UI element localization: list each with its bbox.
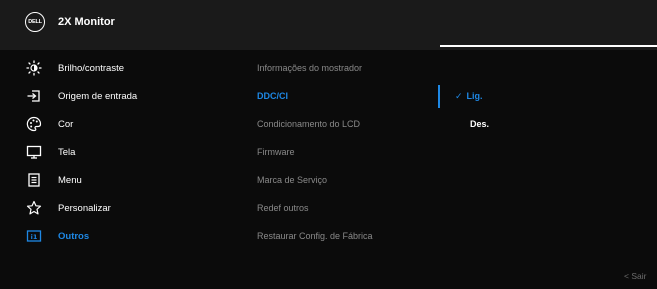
submenu-item-condicionamento-lcd[interactable]: Condicionamento do LCD [257,119,360,129]
menu-item-cor[interactable]: Cor [0,114,240,134]
monitor-osd: DELL 2X Monitor Brilho/contraste Origem … [0,0,657,289]
submenu-item-firmware[interactable]: Firmware [257,147,295,157]
osd-header: DELL 2X Monitor [0,0,657,50]
dell-logo: DELL [25,12,45,32]
submenu-item-informacoes-do-mostrador[interactable]: Informações do mostrador [257,63,362,73]
monitor-title: 2X Monitor [58,16,115,28]
menu-label: Menu [58,174,82,186]
palette-icon [26,116,42,132]
menu-item-personalizar[interactable]: Personalizar [0,198,240,218]
star-icon [26,200,42,216]
menu-label: Origem de entrada [58,90,138,102]
option-off[interactable]: Des. [470,119,489,129]
option-on[interactable]: ✓ Lig. [455,91,483,102]
menu-item-brilho-contraste[interactable]: Brilho/contraste [0,58,240,78]
sun-icon [26,60,42,76]
option-focus-bar [438,85,440,108]
svg-text:i1: i1 [31,233,38,241]
menu-item-tela[interactable]: Tela [0,142,240,162]
exit-button[interactable]: < Sair [624,271,646,281]
menu-label: Brilho/contraste [58,62,125,74]
menu-item-outros[interactable]: i1 Outros [0,226,240,246]
submenu-item-marca-de-servico[interactable]: Marca de Serviço [257,175,327,185]
display-icon [26,144,42,160]
input-source-icon [26,88,42,104]
menu-label: Tela [58,146,76,158]
checkmark-icon: ✓ [455,91,463,101]
menu-item-origem-de-entrada[interactable]: Origem de entrada [0,86,240,106]
submenu-item-redef-outros[interactable]: Redef outros [257,203,309,213]
menu-label: Cor [58,118,74,130]
menu-label: Personalizar [58,202,111,214]
menu-list-icon [26,172,42,188]
option-on-label: Lig. [466,91,483,101]
menu-label: Outros [58,230,90,242]
header-divider [440,45,657,47]
others-icon: i1 [26,228,42,244]
menu-item-menu[interactable]: Menu [0,170,240,190]
submenu-item-restaurar-config[interactable]: Restaurar Config. de Fábrica [257,231,373,241]
submenu-item-ddc-ci[interactable]: DDC/CI [257,91,288,101]
